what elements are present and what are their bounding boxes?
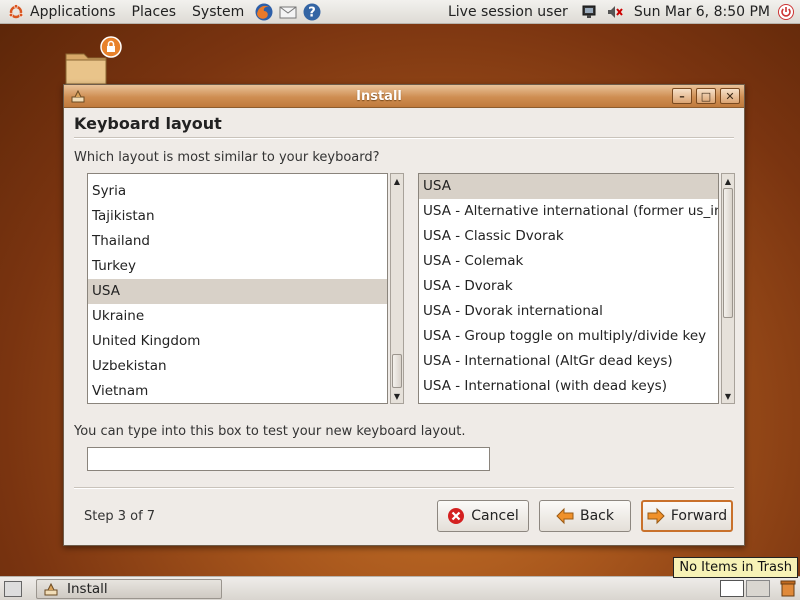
step-indicator: Step 3 of 7 xyxy=(84,509,156,524)
dialog-titlebar[interactable]: Install – □ ✕ xyxy=(64,85,744,108)
variant-list-item[interactable]: USA - Dvorak international xyxy=(419,299,718,324)
variant-list-item[interactable]: USA - Group toggle on multiply/divide ke… xyxy=(419,324,718,349)
variant-list-item[interactable]: USA - Dvorak xyxy=(419,274,718,299)
test-hint: You can type into this box to test your … xyxy=(74,424,466,439)
variant-list-item[interactable]: USA - International (with dead keys) xyxy=(419,374,718,399)
country-list-item[interactable]: Uzbekistan xyxy=(88,354,387,379)
country-list-item[interactable]: Ukraine xyxy=(88,304,387,329)
variant-list-item[interactable]: USA xyxy=(419,174,718,199)
country-list-item[interactable]: Thailand xyxy=(88,229,387,254)
taskbar-install-label: Install xyxy=(67,580,108,597)
workspace-1[interactable] xyxy=(720,580,744,597)
footer-divider xyxy=(74,487,734,489)
svg-text:?: ? xyxy=(308,5,316,20)
menu-places[interactable]: Places xyxy=(124,0,185,24)
close-window-button[interactable]: ✕ xyxy=(720,88,740,104)
cancel-button[interactable]: Cancel xyxy=(437,500,529,532)
firefox-icon[interactable] xyxy=(254,2,274,22)
back-button[interactable]: Back xyxy=(539,500,631,532)
scroll-down-icon[interactable]: ▼ xyxy=(391,389,403,403)
variant-scroll-thumb[interactable] xyxy=(723,188,733,318)
variant-list-item[interactable]: USA - International (AltGr dead keys) xyxy=(419,349,718,374)
keyboard-test-input[interactable] xyxy=(87,447,490,471)
country-list-scrollbar[interactable]: ▲ ▼ xyxy=(390,173,404,404)
workspace-2[interactable] xyxy=(746,580,770,597)
back-arrow-icon xyxy=(556,507,574,525)
trash-tooltip: No Items in Trash xyxy=(673,557,798,578)
mail-icon[interactable] xyxy=(278,2,298,22)
scroll-down-icon[interactable]: ▼ xyxy=(722,389,734,403)
forward-button[interactable]: Forward xyxy=(641,500,733,532)
menu-system[interactable]: System xyxy=(184,0,252,24)
power-icon[interactable] xyxy=(778,3,794,20)
variant-list-item[interactable]: USA - Colemak xyxy=(419,249,718,274)
minimize-button[interactable]: – xyxy=(672,88,692,104)
country-scroll-thumb[interactable] xyxy=(392,354,402,388)
country-list-item[interactable]: USA xyxy=(88,279,387,304)
volume-muted-icon[interactable] xyxy=(606,3,624,21)
installer-icon xyxy=(44,582,58,595)
top-panel: Applications Places System ? Live sessio… xyxy=(0,0,800,24)
scroll-up-icon[interactable]: ▲ xyxy=(722,174,734,188)
page-title: Keyboard layout xyxy=(74,114,222,133)
show-desktop-icon[interactable] xyxy=(4,580,22,597)
cancel-icon xyxy=(447,507,465,525)
dialog-title: Install xyxy=(356,88,402,104)
trash-icon[interactable] xyxy=(780,579,796,597)
user-label[interactable]: Live session user xyxy=(440,0,576,24)
variant-list-item[interactable]: USA - Classic Dvorak xyxy=(419,224,718,249)
network-icon[interactable] xyxy=(580,3,598,21)
title-divider xyxy=(74,137,734,139)
scroll-up-icon[interactable]: ▲ xyxy=(391,174,403,188)
menu-applications[interactable]: Applications xyxy=(22,0,124,24)
variant-list-item[interactable]: USA - Alternative international (former … xyxy=(419,199,718,224)
clock[interactable]: Sun Mar 6, 8:50 PM xyxy=(628,4,776,20)
bottom-panel: Install xyxy=(0,576,800,600)
country-list-item[interactable]: Turkey xyxy=(88,254,387,279)
country-list-item[interactable]: Vietnam xyxy=(88,379,387,403)
forward-label: Forward xyxy=(670,508,728,524)
variant-list-scrollbar[interactable]: ▲ ▼ xyxy=(721,173,735,404)
help-icon[interactable]: ? xyxy=(302,2,322,22)
back-label: Back xyxy=(580,508,614,524)
country-list-item[interactable]: United Kingdom xyxy=(88,329,387,354)
variant-list[interactable]: USA USA - Alternative international (form… xyxy=(418,173,719,404)
forward-arrow-icon xyxy=(647,507,665,525)
installer-icon xyxy=(71,89,85,103)
cancel-label: Cancel xyxy=(471,508,519,524)
desktop-folder-icon[interactable] xyxy=(64,36,124,86)
taskbar-install-button[interactable]: Install xyxy=(36,578,222,599)
country-list[interactable]: Syria Tajikistan Thailand Turkey USA Ukraine U… xyxy=(87,173,388,404)
country-list-item[interactable]: Syria xyxy=(88,179,387,204)
layout-prompt: Which layout is most similar to your key… xyxy=(74,150,380,165)
maximize-button[interactable]: □ xyxy=(696,88,716,104)
country-list-item[interactable]: Tajikistan xyxy=(88,204,387,229)
install-dialog: Install – □ ✕ Keyboard layout Which layo… xyxy=(63,84,745,546)
